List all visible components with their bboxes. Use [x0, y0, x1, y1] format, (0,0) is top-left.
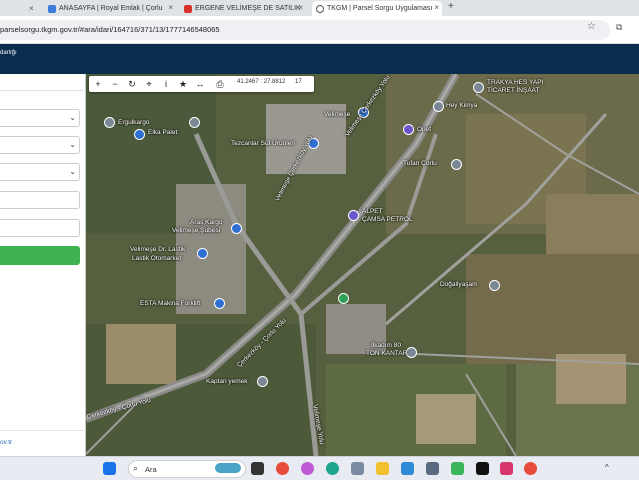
new-tab-button[interactable]: +	[448, 1, 454, 12]
map-pin-icon[interactable]	[134, 129, 145, 140]
info-icon[interactable]: i	[159, 77, 173, 91]
windows-start-icon[interactable]	[103, 462, 116, 475]
divider	[0, 430, 86, 431]
royal-emlak-favicon	[48, 4, 56, 13]
map-label: TON KANTAR	[366, 350, 408, 357]
search-icon: ⌕	[133, 463, 139, 473]
address-bar: parselsorgu.tkgm.gov.tr/#ara/idari/16471…	[0, 16, 639, 44]
tab-close-prev[interactable]: ×	[25, 1, 35, 16]
map-pin-icon[interactable]	[338, 293, 349, 304]
map-label: Hey Kimya	[446, 102, 478, 109]
map-pin-icon[interactable]	[451, 159, 462, 170]
coordinate-readout: 41.2467 : 27.8812	[237, 79, 286, 85]
map-pin-icon[interactable]	[406, 347, 417, 358]
url-field[interactable]: parselsorgu.tkgm.gov.tr/#ara/idari/16471…	[0, 20, 610, 40]
map-pin-icon[interactable]	[473, 82, 484, 93]
map-pin-icon[interactable]	[489, 280, 500, 291]
chevron-down-icon: ⌄	[69, 113, 76, 122]
file-explorer-icon[interactable]	[376, 462, 389, 475]
map-label: Kaptan yemek	[206, 378, 248, 385]
map-pin-icon[interactable]	[214, 298, 225, 309]
tab-royal-emlak[interactable]: ANASAYFA | Royal Emlak | Çorlu ×	[44, 1, 176, 16]
extensions-icon[interactable]: ⧉	[616, 22, 622, 33]
map-label: ALPET	[362, 208, 383, 215]
chevron-down-icon: ⌄	[69, 167, 76, 176]
print-icon[interactable]: ⎙	[213, 77, 227, 91]
map-label: Lastik Otomarket	[132, 255, 182, 262]
copilot-icon[interactable]	[301, 462, 314, 475]
map-label: TİCARET İNŞAAT	[487, 87, 540, 94]
fuel-station-icon[interactable]	[403, 124, 414, 135]
map-pin-icon[interactable]	[104, 117, 115, 128]
map-label: ESTA Makina Forklift	[140, 300, 201, 307]
map-label: ÇAMSA PETROL	[362, 216, 413, 223]
chrome-icon[interactable]	[524, 462, 537, 475]
district-select[interactable]: ⌄	[0, 136, 80, 154]
map-label: Velimeşe Dr. Lastik	[130, 246, 186, 253]
instagram-icon[interactable]	[500, 462, 513, 475]
app-header: darlığı	[0, 44, 639, 74]
close-icon[interactable]: ×	[298, 3, 303, 12]
edge-icon[interactable]	[326, 462, 339, 475]
map-label: Elka Palet	[148, 129, 178, 136]
fuel-station-icon[interactable]	[348, 210, 359, 221]
mail-icon[interactable]	[401, 462, 414, 475]
map-pin-icon[interactable]	[189, 117, 200, 128]
satellite-map[interactable]: Ergulkargo Elka Palet Tezcanlar Süt Ürün…	[86, 74, 639, 456]
map-pin-icon[interactable]	[433, 101, 444, 112]
whatsapp-icon[interactable]	[451, 462, 464, 475]
map-label: Velimeşe	[324, 111, 351, 118]
map-pin-icon[interactable]	[197, 248, 208, 259]
map-label: Doğallyaşam	[440, 281, 478, 288]
x-icon[interactable]	[476, 462, 489, 475]
province-select[interactable]: ⌄	[0, 109, 80, 127]
ergene-favicon	[184, 4, 192, 13]
footer-link[interactable]: ov.tr	[0, 439, 12, 446]
map-toolbar: + − ↻ ⌖ i ★ ↔ ⎙ 41.2467 : 27.8812 17	[89, 76, 314, 92]
map-label: Velimeşe Şubesi	[172, 227, 221, 234]
close-icon[interactable]: ×	[168, 3, 173, 12]
parcel-number-input[interactable]	[0, 219, 80, 237]
refresh-icon[interactable]: ↻	[125, 77, 139, 91]
favorite-star-icon[interactable]: ★	[176, 77, 190, 91]
browser-tab-bar: × ANASAYFA | Royal Emlak | Çorlu × ERGEN…	[0, 0, 639, 16]
tkgm-favicon	[316, 4, 324, 13]
map-pin-icon[interactable]	[257, 376, 268, 387]
chrome-icon[interactable]	[276, 462, 289, 475]
windows-taskbar: ⌕ Ara ^	[0, 456, 639, 480]
widget-icon[interactable]	[215, 463, 241, 473]
header-title: darlığı	[0, 50, 17, 56]
measure-icon[interactable]: ↔	[193, 77, 207, 91]
map-label: Opet	[417, 126, 432, 133]
tray-expand-icon[interactable]: ^	[605, 463, 609, 472]
map-label: Aras Kargo	[190, 219, 223, 226]
neighborhood-select[interactable]: ⌄	[0, 163, 80, 181]
zoom-level-readout: 17	[295, 79, 302, 85]
map-label: Tezcanlar Süt Ürünleri	[231, 140, 295, 147]
map-label: TRAKYA HES YAPI	[487, 79, 544, 86]
divider	[0, 90, 86, 91]
locate-icon[interactable]: ⌖	[142, 77, 156, 91]
map-pin-icon[interactable]	[231, 223, 242, 234]
block-number-input[interactable]	[0, 191, 80, 209]
map-label: Ergulkargo	[118, 119, 150, 126]
task-view-icon[interactable]	[251, 462, 264, 475]
app-icon[interactable]	[351, 462, 364, 475]
map-label: Tufan Çorlu	[403, 160, 437, 167]
chevron-down-icon: ⌄	[69, 140, 76, 149]
zoom-out-button[interactable]: −	[108, 77, 122, 91]
tab-ergene[interactable]: ERGENE VELİMEŞE DE SATILIK ×	[180, 1, 306, 16]
zoom-in-button[interactable]: +	[91, 77, 105, 91]
tab-tkgm[interactable]: TKGM | Parsel Sorgu Uygulaması ×	[312, 1, 442, 16]
calculator-icon[interactable]	[426, 462, 439, 475]
search-button[interactable]	[0, 246, 80, 265]
bookmark-star-icon[interactable]: ☆	[587, 21, 596, 32]
query-sidebar: ⌄ ⌄ ⌄ ov.tr	[0, 74, 86, 456]
close-icon[interactable]: ×	[434, 3, 439, 12]
map-label: İlkadım 80	[371, 342, 401, 349]
